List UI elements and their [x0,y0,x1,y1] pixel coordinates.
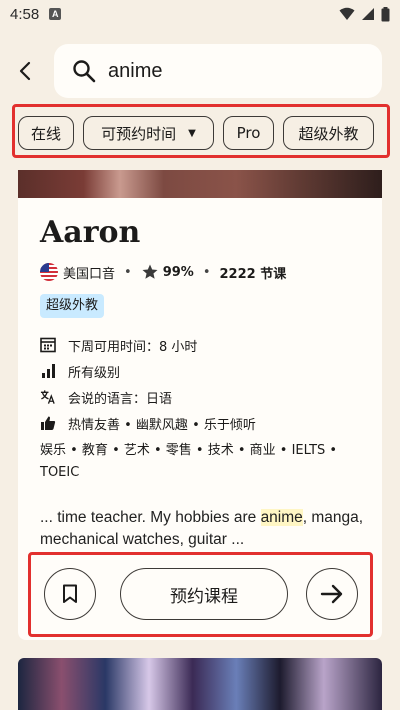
topics-text: 娱乐 • 教育 • 艺术 • 零售 • 技术 • 商业 • IELTS • TO… [40,443,338,480]
bio-search-highlight: anime [260,509,303,526]
separator-dot: • [202,264,211,280]
filter-chip-label: 可预约时间 [101,124,177,143]
filter-chip-label: 在线 [31,124,62,143]
tutor-meta: 美国口音 • 99% • 2222 节课 [40,261,286,283]
level-text: 所有级别 [68,365,121,381]
status-icons [339,6,390,22]
tutor-bio: ... time teacher. My hobbies are anime, … [40,507,380,551]
tutor-name: Aaron [40,215,141,250]
filter-chip-availability[interactable]: 可预约时间 ▼ [83,116,214,150]
back-button[interactable] [10,56,40,86]
tutor-photo [18,170,382,198]
bookmark-button[interactable] [44,568,96,620]
tutor-rating: 99% [162,264,194,280]
filter-chip-pro[interactable]: Pro [223,116,274,150]
star-icon [141,263,159,281]
signal-icon [362,8,374,20]
bio-text-before: ... time teacher. My hobbies are [40,509,261,526]
status-time: 4:58 [10,5,40,23]
search-icon [73,60,96,83]
availability-row: 下周可用时间：8 小时 [40,335,197,355]
filter-chip-super-tutor[interactable]: 超级外教 [283,116,374,150]
search-input[interactable] [108,59,348,83]
level-row: 所有级别 [40,361,120,381]
separator-dot: • [124,264,132,280]
tutor-accent: 美国口音 [63,266,116,282]
book-lesson-button[interactable]: 预约课程 [120,568,288,620]
super-tutor-badge: 超级外教 [40,294,105,318]
thumbs-up-icon [40,415,56,431]
tutor-lessons: 2222 节课 [219,266,287,282]
filter-chip-label: Pro [236,124,261,142]
translate-icon [40,389,56,405]
languages-row: 会说的语言：日语 [40,387,172,407]
bookmark-icon [63,584,77,603]
status-bar: 4:58 A [0,0,400,28]
availability-text: 下周可用时间：8 小时 [68,339,198,355]
top-bar [0,44,400,98]
filter-chip-online[interactable]: 在线 [18,116,74,150]
search-box[interactable] [54,44,382,98]
wifi-icon [339,7,355,20]
notification-icon: A [49,8,62,20]
arrow-right-icon [320,584,343,604]
battery-icon [381,6,390,21]
next-tutor-card-preview[interactable] [18,658,382,710]
next-button[interactable] [306,568,358,620]
traits-row: 热情友善 • 幽默风趣 • 乐于倾听 [40,413,256,433]
filter-chip-label: 超级外教 [298,124,359,143]
filter-chips: 在线 可预约时间 ▼ Pro 超级外教 [18,116,374,150]
calendar-icon [40,337,56,353]
languages-text: 会说的语言：日语 [68,391,173,407]
traits-text: 热情友善 • 幽默风趣 • 乐于倾听 [68,417,256,433]
us-flag-icon [40,263,58,281]
dropdown-arrow-icon: ▼ [188,127,196,139]
level-bars-icon [40,363,56,379]
back-arrow-icon [19,61,31,81]
